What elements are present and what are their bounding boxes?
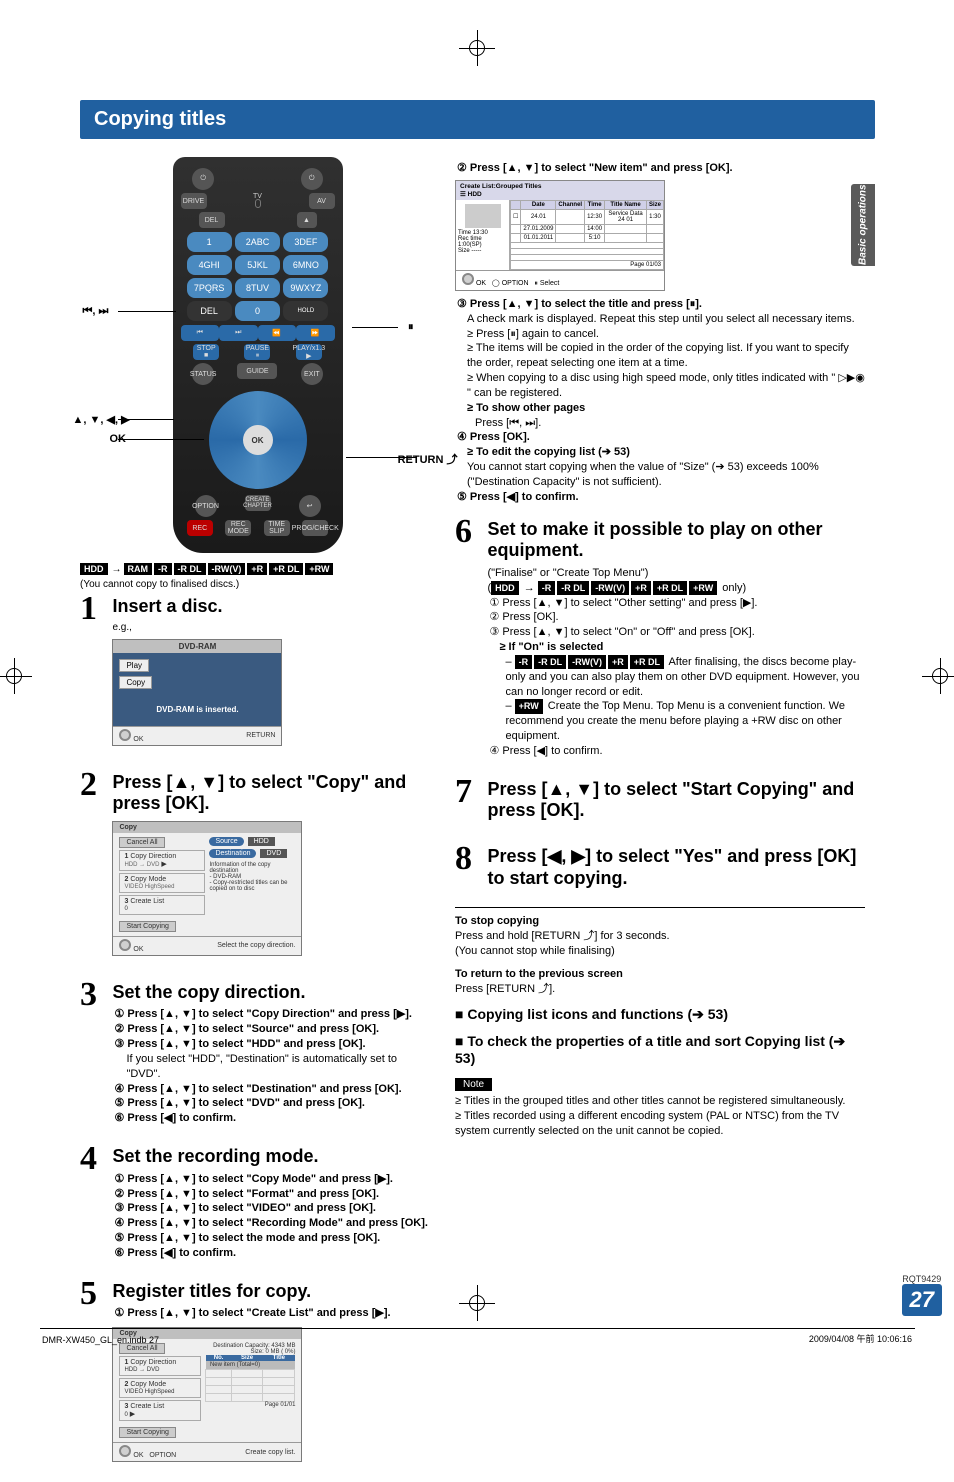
note-2: ≥ Titles recorded using a different enco… (455, 1109, 865, 1139)
footer-file: DMR-XW450_GL_en.indb 27 (42, 1335, 159, 1345)
remote-diagram: ⏻⏻ DRIVETV AV DEL▲ 12ABC3DEF 4GHI5JKL6MN… (128, 157, 388, 553)
side-tab: Basic operations (851, 184, 875, 266)
step-4: 4 Set the recording mode. ① Press [▲, ▼]… (80, 1140, 435, 1261)
step-7: 7 Press [▲, ▼] to select "Start Copying"… (455, 773, 865, 826)
copy-screen-1: Copy Cancel All 1 Copy DirectionHDD → DV… (112, 821, 302, 956)
page-title: Copying titles (80, 100, 875, 139)
callout-return: RETURN ⤴ (398, 451, 458, 467)
callout-pause: ⏸ (408, 321, 414, 334)
step-6: 6 Set to make it possible to play on oth… (455, 513, 865, 759)
callout-arrows: ▲, ▼, ◀, ▶ (73, 413, 130, 426)
callout-prev-next: ⏮, ⏭ (83, 305, 109, 318)
footer-date: 2009/04/08 午前 10:06:16 (809, 1332, 912, 1345)
dvd-screen: DVD-RAM Play Copy DVD-RAM is inserted. O… (112, 639, 282, 746)
step-2: 2 Press [▲, ▼] to select "Copy" and pres… (80, 766, 435, 962)
sq-heading-1: ■ Copying list icons and functions (➔ 53… (455, 1006, 865, 1023)
copy-screen-2: Copy Cancel All 1 Copy DirectionHDD → DV… (112, 1327, 302, 1462)
sq-heading-2: ■ To check the properties of a title and… (455, 1033, 865, 1066)
note-1: ≥ Titles in the grouped titles and other… (455, 1094, 865, 1109)
step-1: 1 Insert a disc. e.g., DVD-RAM Play Copy… (80, 590, 435, 752)
format-bar-note: (You cannot copy to finalised discs.) (80, 579, 435, 590)
page-number: RQT9429 27 (902, 1274, 942, 1316)
step-8: 8 Press [◀, ▶] to select "Yes" and press… (455, 840, 865, 893)
note-label: Note (455, 1078, 492, 1091)
format-bar: HDD→RAM-R-R DL-RW(V)+R+R DL+RW (80, 559, 435, 577)
callout-ok: OK (110, 433, 127, 445)
hdd-table: Create List:Grouped Titles☰ HDD Time 13:… (455, 180, 665, 291)
step-5: 5 Register titles for copy. ① Press [▲, … (80, 1275, 435, 1468)
step-3: 3 Set the copy direction. ① Press [▲, ▼]… (80, 976, 435, 1126)
